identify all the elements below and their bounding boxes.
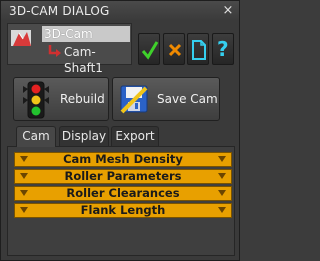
tree-item-cam-shaft1[interactable]: Cam-Shaft1 — [64, 44, 131, 76]
collapse-arrow-icon — [218, 156, 226, 162]
rollout-label: Roller Clearances — [66, 186, 180, 200]
title-bar[interactable]: 3D-CAM DIALOG × — [1, 1, 239, 21]
cam-tab-panel: Cam Mesh Density Roller Parameters Rolle… — [7, 146, 235, 256]
rollout-label: Roller Parameters — [64, 169, 182, 183]
new-document-icon — [192, 40, 206, 60]
check-icon — [141, 41, 159, 60]
cam-object-icon — [11, 30, 31, 46]
rollout-cam-mesh-density[interactable]: Cam Mesh Density — [14, 152, 232, 167]
rollout-flank-length[interactable]: Flank Length — [14, 203, 232, 218]
tree-item-label: 3D-Cam — [44, 27, 93, 41]
cancel-button[interactable] — [163, 33, 185, 65]
help-button[interactable]: ? — [212, 33, 234, 65]
traffic-light-icon — [23, 81, 49, 119]
rollout-label: Flank Length — [80, 203, 166, 217]
rollout-roller-clearances[interactable]: Roller Clearances — [14, 186, 232, 201]
tree-item-3d-cam[interactable]: 3D-Cam — [42, 26, 130, 42]
save-cam-button[interactable]: Save Cam — [112, 77, 220, 121]
rebuild-button[interactable]: Rebuild — [13, 77, 109, 121]
object-tree[interactable]: 3D-Cam Cam-Shaft1 — [7, 23, 132, 75]
accept-button[interactable] — [138, 33, 160, 65]
save-cam-label: Save Cam — [157, 92, 218, 106]
tree-branch-arrow-icon — [48, 45, 61, 57]
rollout-roller-parameters[interactable]: Roller Parameters — [14, 169, 232, 184]
rollout-label: Cam Mesh Density — [63, 152, 183, 166]
collapse-arrow-icon — [218, 207, 226, 213]
collapse-arrow-icon — [218, 190, 226, 196]
window-title: 3D-CAM DIALOG — [9, 4, 110, 18]
tab-export[interactable]: Export — [111, 126, 159, 146]
collapse-arrow-icon — [20, 190, 28, 196]
floppy-disk-icon — [120, 85, 148, 114]
rebuild-label: Rebuild — [60, 92, 105, 106]
dialog-window: 3D-CAM DIALOG × 3D-Cam Cam-Shaft1 ? Rebu… — [0, 0, 240, 261]
collapse-arrow-icon — [218, 173, 226, 179]
close-button[interactable]: × — [221, 4, 235, 18]
x-icon — [168, 43, 182, 57]
help-icon: ? — [217, 37, 229, 61]
collapse-arrow-icon — [20, 156, 28, 162]
new-document-button[interactable] — [187, 33, 209, 65]
tab-cam[interactable]: Cam — [16, 126, 56, 147]
tab-display[interactable]: Display — [59, 126, 109, 146]
collapse-arrow-icon — [20, 173, 28, 179]
collapse-arrow-icon — [20, 207, 28, 213]
